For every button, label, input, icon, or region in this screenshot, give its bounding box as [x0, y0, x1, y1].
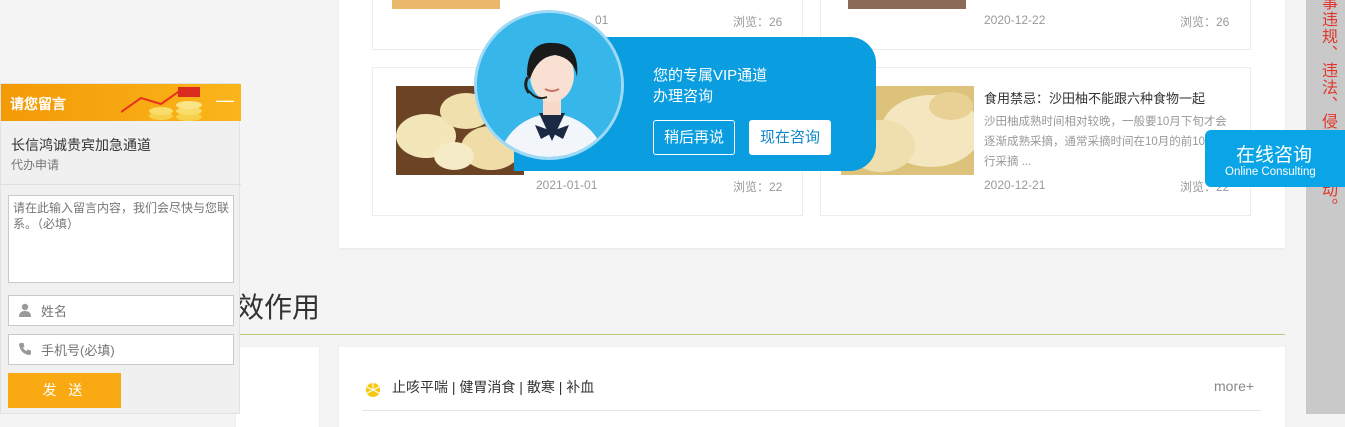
more-link[interactable]: more+	[1214, 378, 1254, 394]
article-card[interactable]: 食用禁忌：沙田柚不能跟六种食物一起 沙田柚成熟时间相对较晚，一般要10月下旬才会…	[820, 67, 1251, 216]
online-consult-en: Online Consulting	[1225, 166, 1316, 178]
phone-field[interactable]	[8, 334, 234, 366]
message-widget: 请您留言 — 长信鸿诚贵宾加急通道 代办申请 发 送	[0, 83, 241, 414]
article-thumbnail[interactable]	[392, 0, 500, 9]
company-subtitle: 代办申请	[11, 158, 60, 172]
article-date: 2020-12-21	[984, 178, 1046, 192]
side-panel	[236, 347, 319, 427]
category-tags[interactable]: 止咳平喘 | 健胃消食 | 散寒 | 补血	[392, 377, 594, 397]
online-consult-cn: 在线咨询	[1236, 145, 1313, 166]
list-divider	[362, 410, 1261, 411]
message-textarea[interactable]	[8, 195, 234, 283]
phone-input[interactable]	[39, 335, 233, 366]
article-thumbnail[interactable]	[848, 0, 966, 9]
article-views: 浏览：26	[733, 15, 783, 29]
vip-popup-title: 您的专属VIP通道 办理咨询	[653, 65, 767, 107]
divider	[1, 184, 241, 185]
lemon-icon	[366, 383, 380, 397]
article-card[interactable]: 2020-12-22 浏览：26	[820, 0, 1251, 50]
article-date: 2021-01-01	[536, 178, 598, 192]
coins-icon	[121, 87, 202, 121]
article-date: 2020-12-22	[984, 13, 1046, 27]
article-title[interactable]: 食用禁忌：沙田柚不能跟六种食物一起	[984, 88, 1205, 107]
minimize-button[interactable]: —	[215, 91, 235, 112]
vip-title-line1: 您的专属VIP通道	[653, 67, 768, 84]
article-excerpt-fragment	[513, 0, 713, 1]
consult-now-button[interactable]: 现在咨询	[749, 120, 831, 155]
phone-icon	[19, 343, 31, 355]
name-input[interactable]	[39, 296, 233, 327]
user-icon	[19, 303, 31, 317]
article-views: 浏览：26	[1180, 15, 1230, 29]
article-views: 浏览：22	[733, 180, 783, 194]
online-consult-button[interactable]: 在线咨询 Online Consulting	[1205, 130, 1345, 187]
section-title: 效作用	[236, 292, 321, 323]
vip-title-line2: 办理咨询	[653, 88, 714, 105]
name-field[interactable]	[8, 295, 234, 327]
article-excerpt: 沙田柚成熟时间相对较晚，一般要10月下旬才会逐渐成熟采摘，通常采摘时间在10月的…	[984, 116, 1229, 168]
company-name: 长信鸿诚贵宾加急通道	[11, 137, 151, 153]
send-button[interactable]: 发 送	[8, 373, 121, 408]
vip-popup: 您的专属VIP通道 办理咨询 稍后再说 现在咨询	[474, 10, 876, 171]
section-divider	[236, 334, 1285, 335]
message-widget-header[interactable]: 请您留言 —	[1, 84, 241, 121]
article-date: 01	[595, 13, 609, 27]
later-button[interactable]: 稍后再说	[653, 120, 735, 155]
message-widget-title: 请您留言	[10, 96, 66, 112]
agent-avatar	[474, 10, 624, 160]
